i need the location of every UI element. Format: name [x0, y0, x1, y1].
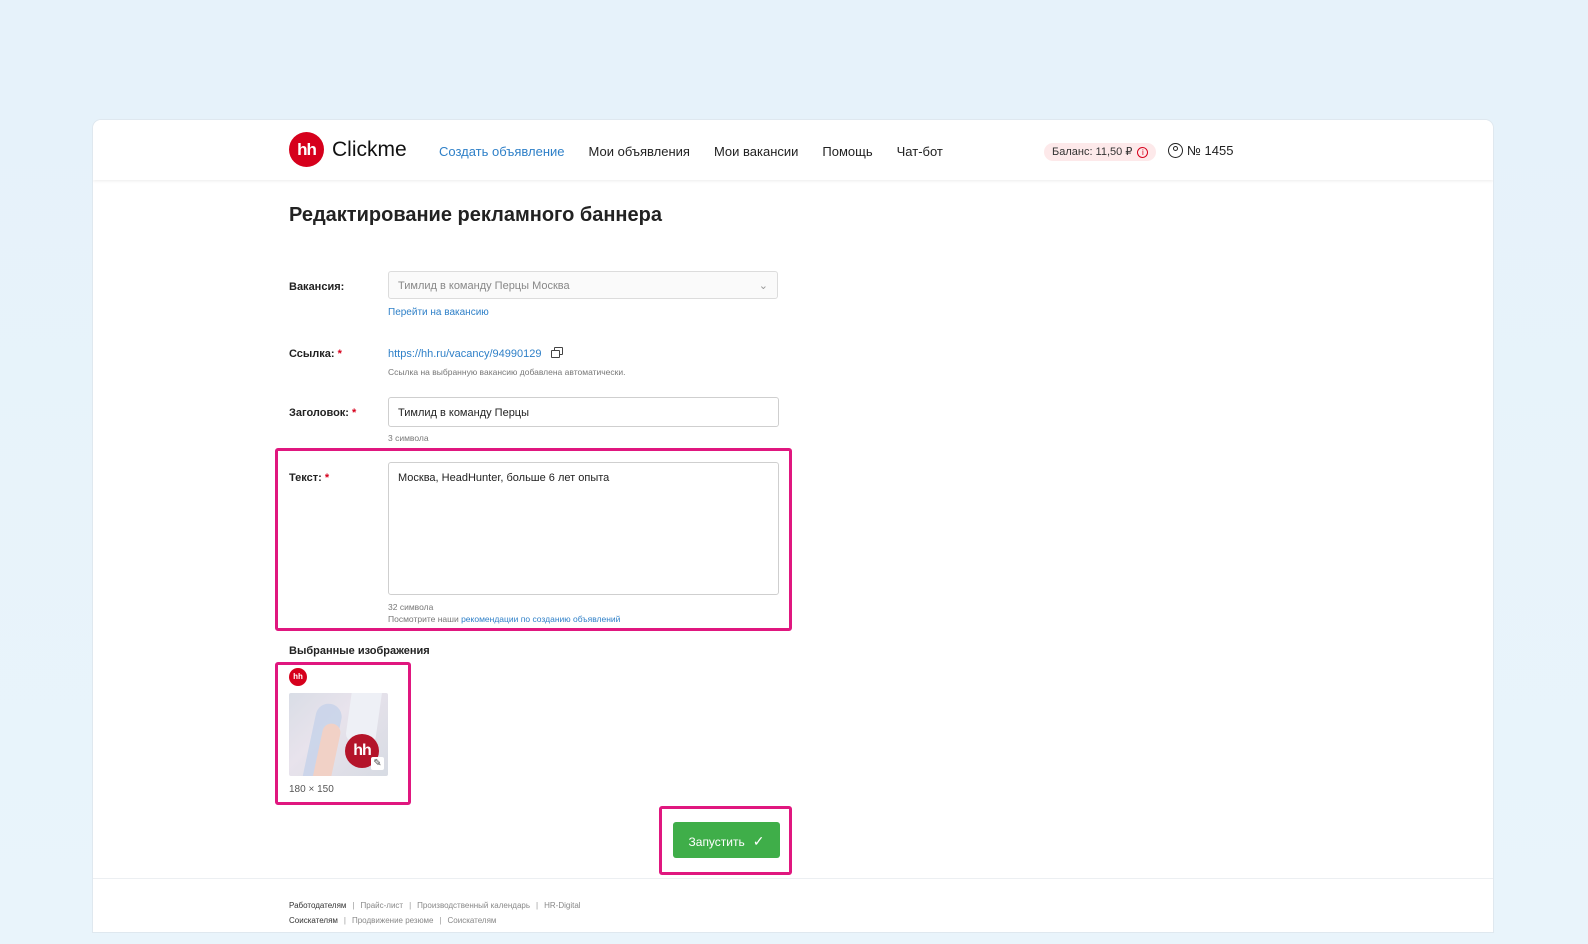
nav-my-vacancies[interactable]: Мои вакансии [714, 144, 798, 159]
hh-badge-icon: hh [289, 668, 307, 686]
footer-price-list[interactable]: Прайс-лист [361, 901, 404, 910]
footer-calendar[interactable]: Производственный календарь [417, 901, 530, 910]
nav-chat-bot[interactable]: Чат-бот [897, 144, 943, 159]
clickme-logo[interactable]: hh Clickme [289, 132, 407, 167]
headline-label-text: Заголовок: [289, 407, 349, 419]
vacancy-url-row: https://hh.ru/vacancy/94990129 [388, 347, 563, 360]
banner-image-thumbnail[interactable]: hh ✎ [289, 693, 388, 776]
footer-applicants-link[interactable]: Соискателям [448, 916, 497, 925]
launch-button-label: Запустить [688, 835, 745, 849]
recommendations-link[interactable]: рекомендации по созданию объявлений [461, 614, 620, 624]
nav-help[interactable]: Помощь [822, 144, 872, 159]
hh-logo-icon: hh [289, 132, 324, 167]
image-size: 180 × 150 [289, 784, 334, 795]
go-to-vacancy-link[interactable]: Перейти на вакансию [388, 307, 489, 318]
footer-row-applicants: Соискателям | Продвижение резюме | Соискател… [289, 916, 497, 925]
required-mark: * [337, 348, 342, 360]
info-icon[interactable]: i [1137, 146, 1149, 158]
link-label: Ссылка: * [289, 348, 342, 360]
link-label-text: Ссылка: [289, 348, 335, 360]
link-hint: Ссылка на выбранную вакансию добавлена а… [388, 367, 626, 377]
required-mark: * [352, 407, 357, 419]
chevron-down-icon: ⌄ [758, 280, 768, 292]
user-icon [1168, 143, 1183, 158]
footer-hr-digital[interactable]: HR-Digital [544, 901, 580, 910]
required-mark: * [324, 472, 330, 484]
page-title: Редактирование рекламного баннера [289, 204, 662, 226]
account-menu[interactable]: № 1455 [1168, 143, 1233, 158]
ad-text-textarea[interactable]: Москва, HeadHunter, больше 6 лет опыта [388, 462, 779, 595]
top-navigation: hh Clickme Создать объявление Мои объявл… [93, 120, 1493, 180]
text-char-count: 32 символа [388, 602, 434, 612]
headline-input[interactable]: Тимлид в команду Перцы [388, 397, 779, 427]
vacancy-select[interactable]: Тимлид в команду Перцы Москва ⌄ [388, 271, 778, 299]
vacancy-url-link[interactable]: https://hh.ru/vacancy/94990129 [388, 348, 542, 360]
text-hint: Посмотрите наши рекомендации по созданию… [388, 614, 620, 624]
balance-text: Баланс: 11,50 ₽ [1052, 146, 1133, 158]
app-window: hh Clickme Создать объявление Мои объявл… [93, 120, 1493, 932]
selected-images-title: Выбранные изображения [289, 645, 430, 657]
footer-row-employers: Работодателям | Прайс-лист | Производственны… [289, 901, 581, 910]
logo-text: Clickme [332, 137, 407, 161]
edit-icon[interactable]: ✎ [371, 757, 384, 770]
headline-label: Заголовок: * [289, 407, 356, 419]
launch-button[interactable]: Запустить ✓ [673, 822, 780, 858]
vacancy-select-value: Тимлид в команду Перцы Москва [398, 280, 570, 292]
nav-my-ads[interactable]: Мои объявления [589, 144, 690, 159]
vacancy-label: Вакансия: [289, 281, 344, 293]
text-label: Текст: * [289, 472, 329, 484]
footer-applicants[interactable]: Соискателям [289, 916, 338, 925]
vacancy-label-text: Вакансия: [289, 281, 345, 293]
check-icon: ✓ [752, 833, 765, 849]
text-label-text: Текст: [289, 472, 322, 484]
balance-badge[interactable]: Баланс: 11,50 ₽ i [1044, 143, 1157, 161]
account-number: № 1455 [1187, 143, 1234, 158]
main-nav: Создать объявление Мои объявления Мои ва… [439, 144, 967, 159]
footer-divider [93, 878, 1493, 879]
footer-resume-promotion[interactable]: Продвижение резюме [352, 916, 433, 925]
nav-create-ad[interactable]: Создать объявление [439, 144, 565, 159]
text-hint-prefix: Посмотрите наши [388, 614, 462, 624]
copy-icon[interactable] [550, 347, 563, 358]
footer-employers[interactable]: Работодателям [289, 901, 346, 910]
headline-char-count: 3 символа [388, 433, 429, 443]
